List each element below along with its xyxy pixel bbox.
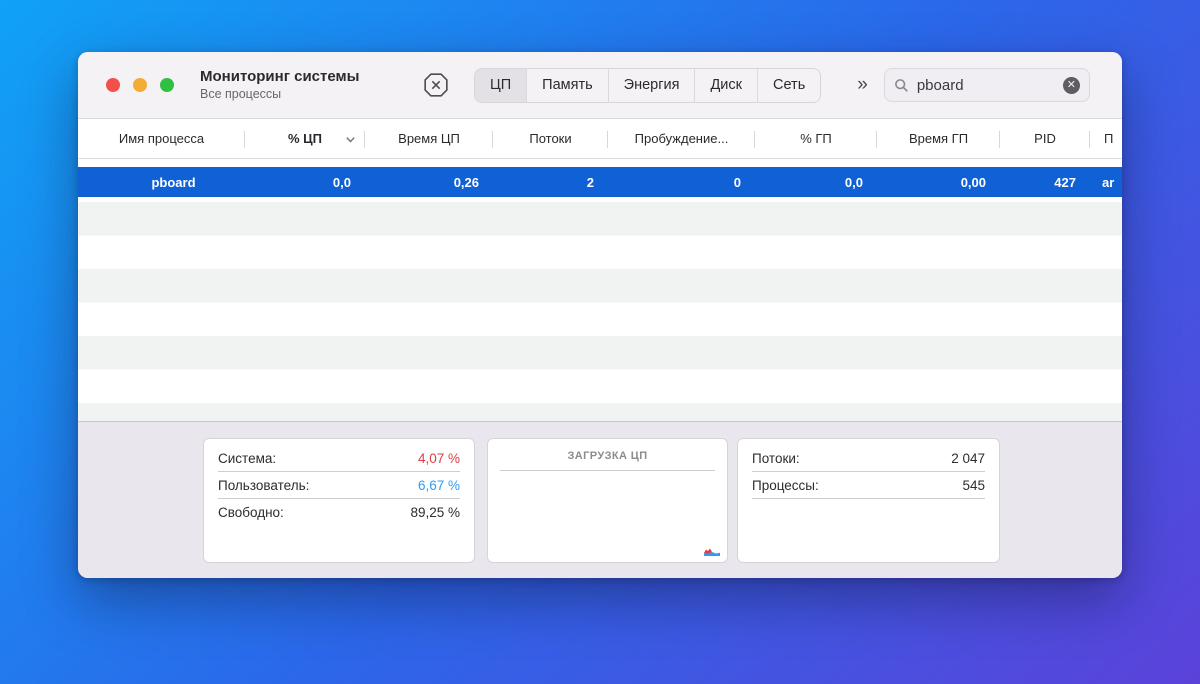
- stat-value-threads: 2 047: [951, 450, 985, 466]
- search-field[interactable]: ✕: [883, 68, 1090, 102]
- stat-label-idle: Свободно:: [218, 505, 284, 520]
- tab-network[interactable]: Сеть: [758, 69, 820, 102]
- tab-cpu[interactable]: ЦП: [475, 68, 528, 102]
- column-header-threads[interactable]: Потоки: [493, 119, 608, 158]
- stat-row-user: Пользователь: 6,67 %: [218, 472, 460, 499]
- cpu-load-chart-box: ЗАГРУЗКА ЦП: [487, 438, 728, 563]
- stat-label-system: Система:: [218, 450, 277, 466]
- stat-label-processes: Процессы:: [752, 477, 819, 493]
- column-header-process-name[interactable]: Имя процесса: [78, 119, 245, 158]
- stat-value-idle: 89,25 %: [410, 505, 460, 520]
- cell-process-name: pboard: [151, 174, 196, 190]
- column-header-cpu-time[interactable]: Время ЦП: [365, 119, 493, 158]
- process-table-body: pboard 0,0 0,26 2 0 0,0 0,00 427 ar: [78, 159, 1122, 421]
- search-input[interactable]: [916, 76, 1055, 94]
- cell-user-clipped: ar: [1102, 174, 1115, 190]
- cell-gpu-percent: 0,0: [844, 174, 863, 190]
- minimize-window-button[interactable]: [133, 78, 147, 92]
- clear-search-icon[interactable]: ✕: [1062, 76, 1080, 94]
- cell-pid: 427: [1054, 174, 1076, 190]
- stat-label-user: Пользователь:: [218, 477, 310, 493]
- cell-idle-wakeups: 0: [733, 174, 741, 190]
- cpu-usage-stats-box: Система: 4,07 % Пользователь: 6,67 % Сво…: [203, 438, 475, 563]
- tab-memory[interactable]: Память: [527, 68, 609, 102]
- empty-row-stripes: [78, 202, 1122, 421]
- close-window-button[interactable]: [106, 78, 120, 92]
- column-header-cpu-percent[interactable]: % ЦП: [245, 119, 365, 158]
- cell-gpu-time: 0,00: [960, 174, 986, 190]
- window-controls: [106, 78, 174, 92]
- column-header-idle-wakeups[interactable]: Пробуждение...: [608, 119, 755, 158]
- column-header-gpu-time[interactable]: Время ГП: [877, 119, 1000, 158]
- cell-threads: 2: [586, 174, 594, 190]
- stat-value-processes: 545: [962, 477, 985, 493]
- sort-chevron-down-icon: [346, 137, 355, 143]
- stat-row-processes: Процессы: 545: [752, 472, 985, 499]
- search-icon: [894, 78, 908, 92]
- stat-value-system: 4,07 %: [417, 450, 460, 466]
- window-title-block: Мониторинг системы Все процессы: [200, 68, 396, 102]
- zoom-window-button[interactable]: [160, 78, 174, 92]
- footer-stats-panel: Система: 4,07 % Пользователь: 6,67 % Сво…: [78, 421, 1122, 578]
- column-header-user-clipped[interactable]: П: [1090, 119, 1122, 158]
- stat-value-user: 6,67 %: [417, 477, 460, 493]
- titlebar: Мониторинг системы Все процессы ЦП Памят…: [78, 52, 1122, 118]
- tab-disk[interactable]: Диск: [695, 68, 758, 102]
- table-row-pboard-selected[interactable]: pboard 0,0 0,26 2 0 0,0 0,00 427 ar: [78, 167, 1122, 197]
- cell-cpu-time: 0,26: [453, 174, 479, 190]
- stat-row-threads: Потоки: 2 047: [752, 445, 985, 472]
- column-header-pid[interactable]: PID: [1000, 119, 1090, 158]
- column-header-gpu-percent[interactable]: % ГП: [755, 119, 877, 158]
- stat-row-idle: Свободно: 89,25 %: [218, 499, 460, 526]
- toolbar-overflow-chevron[interactable]: »: [857, 74, 867, 96]
- stat-row-system: Система: 4,07 %: [218, 445, 460, 472]
- process-counts-box: Потоки: 2 047 Процессы: 545: [737, 438, 1000, 563]
- stop-process-button[interactable]: [420, 69, 452, 101]
- table-header-row: Имя процесса % ЦП Время ЦП Потоки Пробуж…: [78, 118, 1122, 159]
- cpu-load-chart-title: ЗАГРУЗКА ЦП: [500, 439, 715, 471]
- cell-cpu-percent: 0,0: [332, 174, 351, 190]
- cpu-load-sparkline-icon: [704, 548, 720, 556]
- view-tabs: ЦП Память Энергия Диск Сеть: [474, 67, 822, 103]
- window-title: Мониторинг системы: [200, 67, 360, 85]
- activity-monitor-window: Мониторинг системы Все процессы ЦП Памят…: [78, 52, 1122, 578]
- stat-label-threads: Потоки:: [752, 450, 800, 466]
- stop-octagon-x-icon: [424, 73, 448, 97]
- tab-energy[interactable]: Энергия: [609, 68, 696, 102]
- window-subtitle: Все процессы: [200, 86, 282, 101]
